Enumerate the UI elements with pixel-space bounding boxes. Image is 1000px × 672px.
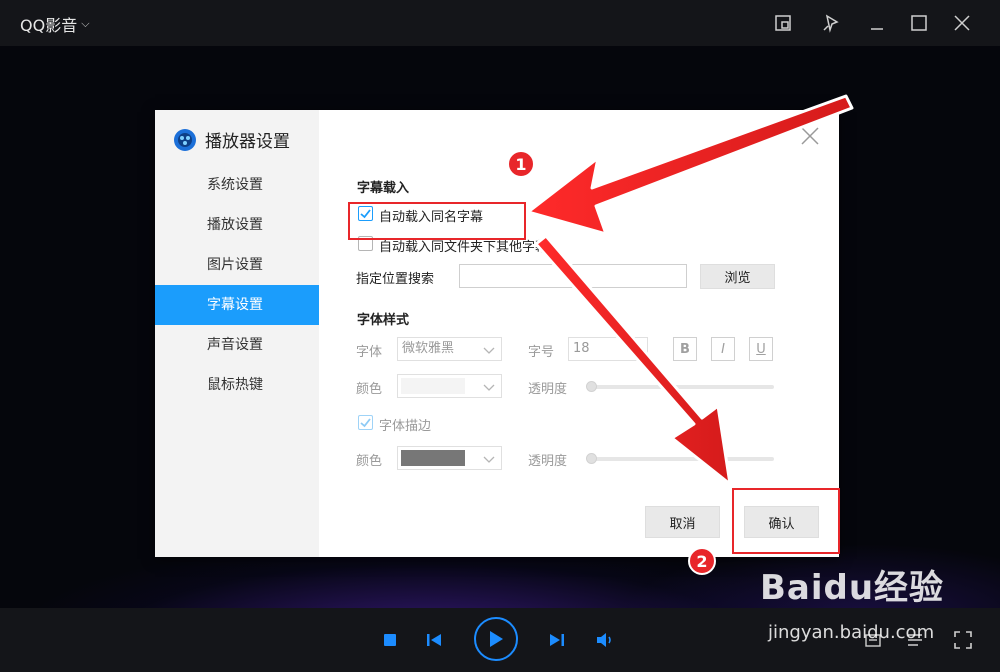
search-location-input[interactable] [459, 264, 687, 288]
pin-icon [823, 14, 839, 33]
chevron-down-icon [629, 342, 641, 364]
sidebar-item-hotkeys[interactable]: 鼠标热键 [155, 365, 319, 405]
maximize-icon [911, 15, 927, 31]
pin-button[interactable] [818, 10, 844, 36]
sidebar-item-label: 鼠标热键 [207, 377, 263, 393]
skip-next-icon [550, 634, 564, 646]
sidebar-item-playback[interactable]: 播放设置 [155, 205, 319, 245]
outline-color-swatch [401, 450, 465, 466]
volume-button[interactable] [594, 630, 616, 650]
sidebar-item-image[interactable]: 图片设置 [155, 245, 319, 285]
step-badge-2: 2 [688, 547, 716, 575]
close-icon [954, 15, 970, 31]
italic-button[interactable]: I [711, 337, 735, 361]
mini-mode-button[interactable] [770, 10, 796, 36]
next-button[interactable] [547, 631, 567, 649]
subtitle-load-section-title: 字幕载入 [357, 181, 410, 196]
sidebar-item-system[interactable]: 系统设置 [155, 165, 319, 205]
stop-icon [384, 634, 396, 646]
mini-mode-icon [775, 15, 791, 31]
baidu-watermark: Baidu经验 jingyan.baidu.com [760, 560, 990, 660]
sidebar-item-label: 声音设置 [207, 337, 263, 353]
font-opacity-label: 透明度 [528, 382, 568, 397]
outline-opacity-label: 透明度 [528, 454, 568, 469]
previous-button[interactable] [424, 631, 444, 649]
skip-previous-icon [427, 634, 441, 646]
app-menu[interactable]: QQ影音 ⌵ [20, 12, 90, 36]
font-opacity-slider[interactable] [588, 385, 774, 389]
checkmark-icon [360, 418, 371, 428]
chevron-down-icon [483, 342, 495, 364]
font-label: 字体 [356, 345, 383, 360]
step-badge-1: 1 [507, 150, 535, 178]
stop-button[interactable] [381, 631, 399, 649]
sidebar-item-label: 播放设置 [207, 217, 263, 233]
chevron-down-icon [483, 379, 495, 401]
dialog-header: 播放器设置 [173, 127, 290, 152]
outline-color-select[interactable] [397, 446, 502, 470]
sidebar-item-subtitle[interactable]: 字幕设置 [155, 285, 319, 325]
font-select[interactable]: 微软雅黑 [397, 337, 502, 361]
search-location-label: 指定位置搜索 [356, 272, 435, 287]
outline-opacity-slider-handle[interactable] [586, 453, 597, 464]
underline-button[interactable]: U [749, 337, 773, 361]
sidebar-item-audio[interactable]: 声音设置 [155, 325, 319, 365]
dialog-close-button[interactable] [799, 125, 821, 147]
font-color-select[interactable] [397, 374, 502, 398]
close-window-button[interactable] [949, 10, 975, 36]
font-outline-label[interactable]: 字体描边 [379, 415, 431, 434]
font-color-label: 颜色 [356, 382, 383, 397]
minimize-button[interactable] [864, 10, 890, 36]
watermark-logo: Baidu经验 [760, 568, 945, 608]
sidebar-item-label: 字幕设置 [207, 297, 263, 313]
settings-sidebar: 播放器设置 系统设置 播放设置 图片设置 字幕设置 声音设置 鼠标热键 [155, 110, 319, 557]
font-opacity-slider-handle[interactable] [586, 381, 597, 392]
close-icon [801, 127, 819, 145]
outline-opacity-slider[interactable] [588, 457, 774, 461]
font-size-select[interactable]: 18 [568, 337, 648, 361]
qq-player-logo-icon [174, 128, 196, 151]
play-icon [490, 631, 503, 647]
outline-color-label: 颜色 [356, 454, 383, 469]
bold-button[interactable]: B [673, 337, 697, 361]
player-titlebar: QQ影音 ⌵ [0, 0, 1000, 46]
sidebar-item-label: 系统设置 [207, 177, 263, 193]
chevron-down-icon [483, 451, 495, 473]
font-outline-checkbox[interactable] [358, 415, 373, 430]
font-select-value: 微软雅黑 [402, 341, 455, 356]
maximize-button[interactable] [906, 10, 932, 36]
sidebar-item-label: 图片设置 [207, 257, 263, 273]
font-style-section-title: 字体样式 [357, 313, 410, 328]
app-title: QQ影音 [20, 16, 78, 35]
dialog-title: 播放器设置 [205, 132, 290, 152]
font-size-value: 18 [573, 341, 590, 356]
chevron-down-icon: ⌵ [81, 17, 90, 30]
cancel-button[interactable]: 取消 [645, 506, 720, 538]
play-button[interactable] [474, 617, 518, 661]
watermark-url: jingyan.baidu.com [768, 622, 935, 643]
volume-icon [597, 633, 611, 647]
font-size-label: 字号 [528, 345, 555, 360]
browse-button[interactable]: 浏览 [700, 264, 775, 289]
minimize-icon [871, 28, 883, 30]
font-color-swatch [401, 378, 465, 394]
highlight-box-confirm [732, 488, 840, 554]
highlight-box-checkbox [348, 202, 526, 240]
